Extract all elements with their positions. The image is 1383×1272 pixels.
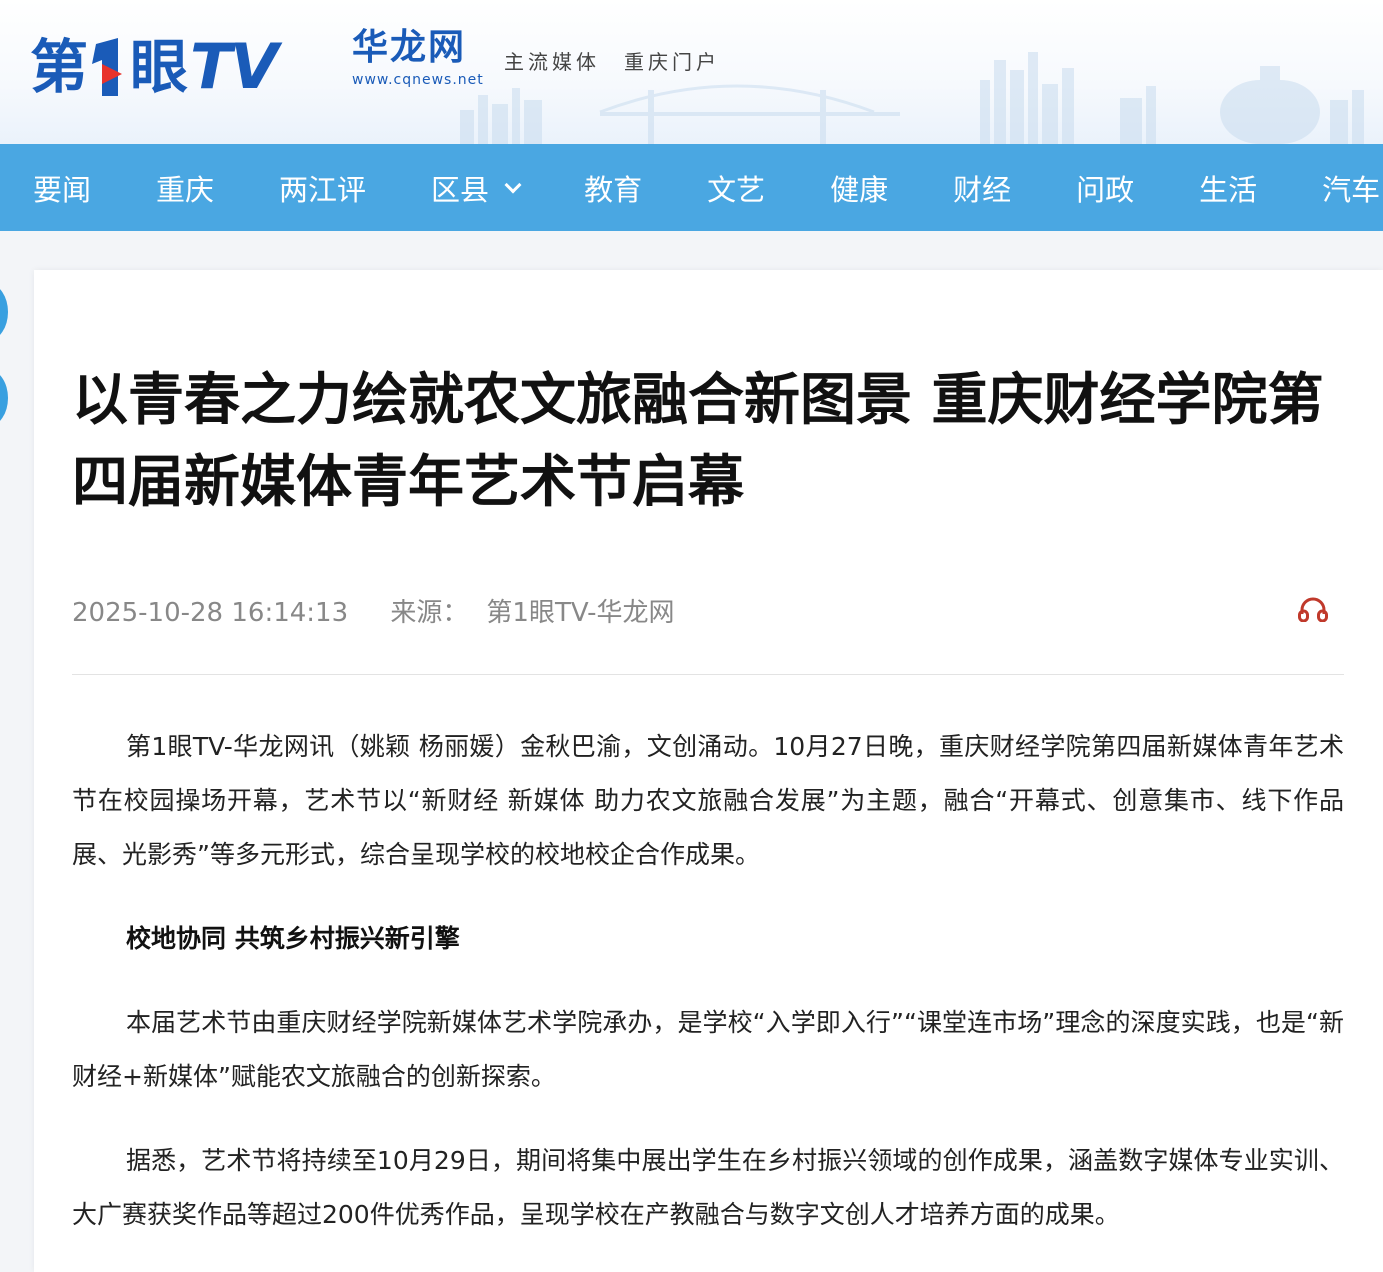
article-paragraph: 本届艺术节由重庆财经学院新媒体艺术学院承办，是学校“入学即入行”“课堂连市场”理…	[72, 1008, 1344, 1091]
logo-prefix: 第	[30, 33, 88, 101]
chevron-down-icon	[504, 176, 522, 193]
nav-item-label: 问政	[1076, 172, 1135, 207]
nav-item-quxian[interactable]: 区县	[431, 167, 522, 209]
main-nav: 要闻 重庆 两江评 区县 教育 文艺 健康 财经 问政 生活 汽车	[0, 144, 1383, 231]
headphones-icon[interactable]	[1298, 596, 1328, 623]
article-body: 第1眼TV-华龙网讯（姚颖 杨丽媛）金秋巴渝，文创涌动。10月27日晚，重庆财经…	[72, 720, 1344, 1272]
nav-item-yaowen[interactable]: 要闻	[33, 167, 91, 209]
nav-item-label: 生活	[1199, 172, 1258, 207]
article-datetime: 2025-10-28 16:14:13	[72, 598, 349, 628]
nav-item-caijing[interactable]: 财经	[953, 167, 1011, 209]
side-float-button[interactable]	[0, 370, 8, 426]
site-header: 第 眼 TV 华龙网 www.cqnews.net 主流媒体 重庆门户	[0, 0, 1383, 144]
article-paragraph: 据悉，艺术节将持续至10月29日，期间将集中展出学生在乡村振兴领域的创作成果，涵…	[72, 1146, 1344, 1229]
article-subheading: 校地协同 共筑乡村振兴新引擎	[126, 924, 460, 953]
nav-item-label: 教育	[584, 172, 643, 207]
site-logo[interactable]: 第 眼 TV	[30, 8, 278, 103]
side-float-button[interactable]	[0, 284, 8, 340]
article-card: 以青春之力绘就农文旅融合新图景 重庆财经学院第四届新媒体青年艺术节启幕 2025…	[34, 270, 1383, 1272]
nav-item-qiche[interactable]: 汽车	[1322, 167, 1380, 209]
site-name: 华龙网	[352, 27, 467, 68]
meta-divider	[72, 674, 1344, 675]
nav-item-wenyi[interactable]: 文艺	[707, 167, 765, 209]
nav-item-jiaoyu[interactable]: 教育	[584, 167, 642, 209]
nav-item-jiankang[interactable]: 健康	[830, 167, 888, 209]
nav-item-label: 财经	[953, 172, 1012, 207]
article-meta: 2025-10-28 16:14:13 来源： 第1眼TV-华龙网	[72, 592, 675, 629]
article-paragraph: 第1眼TV-华龙网讯（姚颖 杨丽媛）金秋巴渝，文创涌动。10月27日晚，重庆财经…	[72, 732, 1344, 869]
nav-item-label: 要闻	[33, 172, 92, 207]
nav-item-chongqing[interactable]: 重庆	[156, 167, 214, 209]
nav-item-wenzheng[interactable]: 问政	[1076, 167, 1134, 209]
source-label: 来源：	[390, 598, 469, 628]
site-brand[interactable]: 华龙网 www.cqnews.net	[352, 27, 484, 89]
site-slogan: 主流媒体 重庆门户	[504, 50, 720, 74]
nav-item-label: 健康	[830, 172, 889, 207]
nav-item-label: 区县	[431, 172, 490, 207]
logo-eye: 眼	[130, 33, 188, 101]
logo-one-mark	[88, 38, 128, 96]
nav-item-shenghuo[interactable]: 生活	[1199, 167, 1257, 209]
site-url: www.cqnews.net	[352, 72, 484, 88]
nav-item-liangjiangping[interactable]: 两江评	[279, 167, 366, 209]
nav-item-label: 重庆	[156, 172, 215, 207]
article-source: 第1眼TV-华龙网	[486, 598, 675, 628]
nav-item-label: 文艺	[707, 172, 766, 207]
article-title: 以青春之力绘就农文旅融合新图景 重庆财经学院第四届新媒体青年艺术节启幕	[72, 368, 1324, 515]
nav-item-label: 汽车	[1322, 172, 1381, 207]
logo-tv: TV	[190, 30, 278, 103]
nav-item-label: 两江评	[279, 172, 367, 207]
